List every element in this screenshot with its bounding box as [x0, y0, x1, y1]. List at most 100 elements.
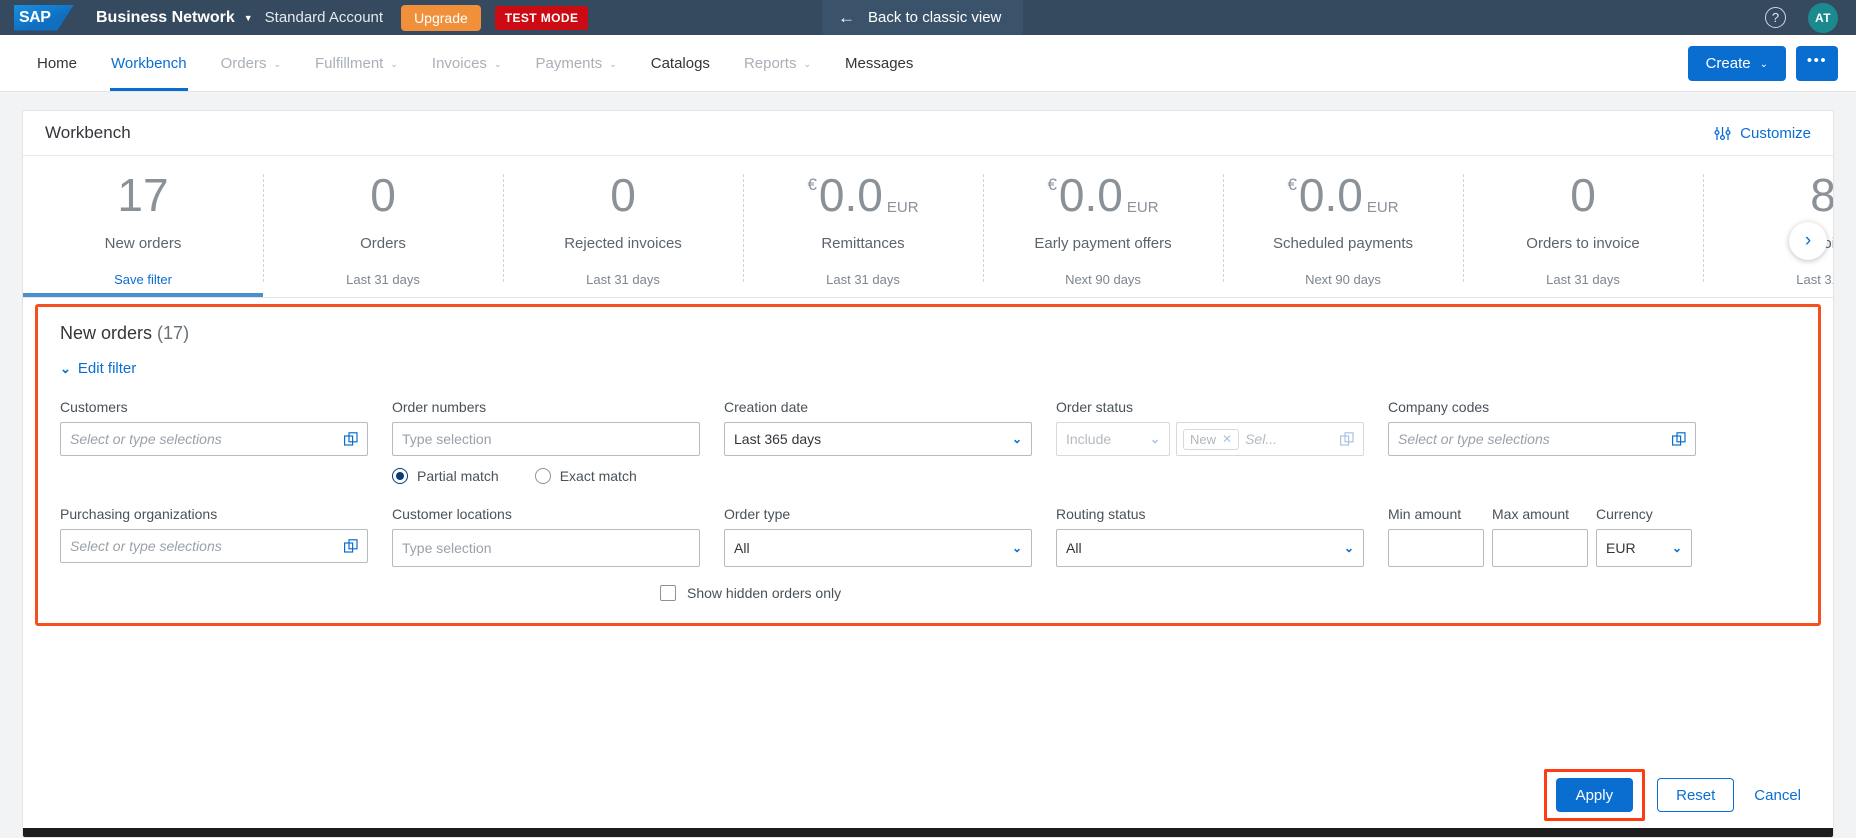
- customize-button[interactable]: Customize: [1714, 125, 1811, 142]
- nav-item-home[interactable]: Home: [20, 35, 94, 91]
- nav-item-fulfillment[interactable]: Fulfillment ⌄: [298, 35, 415, 91]
- nav-label: Workbench: [111, 54, 187, 72]
- nav-item-messages[interactable]: Messages: [828, 35, 930, 91]
- status-token-new[interactable]: New ✕: [1183, 428, 1240, 450]
- customize-label: Customize: [1740, 124, 1811, 142]
- filter-row-1: Customers Select or type selections Orde…: [60, 399, 1796, 484]
- field-company-codes: Company codes Select or type selections: [1388, 399, 1696, 456]
- chevron-down-icon: ⌄: [1343, 541, 1354, 555]
- nav-item-workbench[interactable]: Workbench: [94, 35, 204, 91]
- kpi-value-number: 0.0: [818, 169, 883, 221]
- value-help-icon[interactable]: [344, 539, 358, 553]
- chevron-down-icon: ⌄: [1011, 432, 1022, 446]
- creation-date-select[interactable]: Last 365 days ⌄: [724, 422, 1032, 456]
- chevron-down-icon: ⌄: [273, 58, 281, 69]
- sliders-icon: [1714, 126, 1731, 141]
- arrow-left-icon: ←: [838, 8, 855, 27]
- order-type-value: All: [734, 540, 750, 556]
- chevron-down-icon: ⌄: [60, 360, 71, 376]
- value-help-icon[interactable]: [1672, 432, 1686, 446]
- back-to-classic-view-button[interactable]: ← Back to classic view: [822, 0, 1024, 35]
- match-type-radio-group: Partial match Exact match: [392, 468, 700, 484]
- account-type-label: Standard Account: [264, 9, 384, 26]
- field-order-type: Order type All ⌄: [724, 506, 1032, 567]
- kpi-value: € 0.0 EUR: [807, 172, 918, 218]
- field-order-numbers: Order numbers Type selection Partial mat…: [392, 399, 700, 484]
- sap-logo-text: SAP: [19, 8, 51, 26]
- nav-label: Fulfillment: [315, 54, 384, 72]
- checkbox-icon[interactable]: [660, 585, 676, 601]
- kpi-subtitle: Last 31 days: [346, 272, 420, 287]
- kpi-subtitle: Last 31 days: [586, 272, 660, 287]
- value-help-icon[interactable]: [1340, 432, 1354, 446]
- kpi-tile-new-orders[interactable]: 17 New orders Save filter: [23, 156, 263, 298]
- avatar[interactable]: AT: [1808, 2, 1838, 33]
- field-min-amount: Min amount: [1388, 506, 1484, 567]
- cancel-button[interactable]: Cancel: [1746, 787, 1809, 804]
- field-currency: Currency EUR ⌄: [1596, 506, 1692, 567]
- kpi-tile-early-payment-offers[interactable]: € 0.0 EUR Early payment offers Next 90 d…: [983, 156, 1223, 292]
- help-icon[interactable]: ?: [1765, 7, 1786, 28]
- nav-item-catalogs[interactable]: Catalogs: [634, 35, 727, 91]
- order-numbers-input[interactable]: Type selection: [392, 422, 700, 456]
- customer-locations-input[interactable]: Type selection: [392, 529, 700, 567]
- max-amount-input[interactable]: [1492, 529, 1588, 567]
- save-filter-link[interactable]: Save filter: [114, 272, 172, 287]
- kpi-value: € 0.0 EUR: [1047, 172, 1158, 218]
- kpi-tile-rejected-invoices[interactable]: 0 Rejected invoices Last 31 days: [503, 156, 743, 292]
- order-status-include-value: Include: [1066, 431, 1112, 447]
- order-type-select[interactable]: All ⌄: [724, 529, 1032, 567]
- edit-filter-toggle[interactable]: ⌄ Edit filter: [60, 360, 1796, 377]
- top-brand-bar: SAP Business Network ▼ Standard Account …: [0, 0, 1856, 35]
- kpi-value: 0: [370, 172, 396, 218]
- order-status-include-select[interactable]: Include ⌄: [1056, 422, 1170, 456]
- nav-label: Reports: [743, 54, 797, 72]
- kpi-tile-remittances[interactable]: € 0.0 EUR Remittances Last 31 days: [743, 156, 983, 292]
- customers-placeholder: Select or type selections: [70, 431, 222, 447]
- kpi-tile-scheduled-payments[interactable]: € 0.0 EUR Scheduled payments Next 90 day…: [1223, 156, 1463, 292]
- kpi-currency-code: EUR: [1126, 199, 1159, 216]
- reset-button[interactable]: Reset: [1657, 778, 1735, 812]
- kpi-currency-symbol: €: [1287, 175, 1297, 194]
- nav-item-orders[interactable]: Orders ⌄: [204, 35, 298, 91]
- field-label: Customers: [60, 399, 128, 415]
- chevron-down-icon: ⌄: [803, 58, 812, 69]
- main-navigation-bar: Home Workbench Orders ⌄ Fulfillment ⌄ Invo…: [0, 35, 1856, 92]
- nav-item-invoices[interactable]: Invoices ⌄: [415, 35, 519, 91]
- close-icon[interactable]: ✕: [1222, 432, 1232, 446]
- radio-partial-match[interactable]: Partial match: [392, 468, 499, 484]
- value-help-icon[interactable]: [344, 432, 358, 446]
- chevron-down-icon[interactable]: ▼: [244, 13, 253, 23]
- min-amount-input[interactable]: [1388, 529, 1484, 567]
- main-content: Workbench Customize 17 New orders Save f…: [0, 92, 1856, 838]
- kpi-subtitle: Next 90 days: [1305, 272, 1381, 287]
- customer-locations-placeholder: Type selection: [402, 540, 492, 556]
- routing-status-select[interactable]: All ⌄: [1056, 529, 1364, 567]
- upgrade-button[interactable]: Upgrade: [401, 4, 481, 31]
- kpi-tile-orders-to-invoice[interactable]: 0 Orders to invoice Last 31 days: [1463, 156, 1703, 292]
- currency-select[interactable]: EUR ⌄: [1596, 529, 1692, 567]
- purchasing-organizations-input[interactable]: Select or type selections: [60, 529, 368, 563]
- nav-item-reports[interactable]: Reports ⌄: [727, 35, 828, 91]
- kpi-tile-orders[interactable]: 0 Orders Last 31 days: [263, 156, 503, 292]
- apply-button[interactable]: Apply: [1555, 778, 1634, 812]
- chevron-right-icon[interactable]: ›: [1789, 222, 1827, 260]
- customers-input[interactable]: Select or type selections: [60, 422, 368, 456]
- kpi-value-number: 0.0: [1298, 169, 1363, 221]
- show-hidden-orders-checkbox-row[interactable]: Show hidden orders only: [660, 585, 1796, 601]
- field-label: Company codes: [1388, 399, 1490, 415]
- apply-highlight-box: Apply: [1543, 769, 1646, 821]
- field-order-status: Order status Include ⌄ New ✕ Sel...: [1056, 399, 1364, 456]
- radio-exact-match[interactable]: Exact match: [534, 468, 637, 484]
- radio-dot-icon: [392, 468, 408, 484]
- chevron-down-icon: ⌄: [1759, 58, 1768, 70]
- filter-heading-count: (17): [157, 323, 190, 343]
- company-codes-input[interactable]: Select or type selections: [1388, 422, 1696, 456]
- order-status-token-input[interactable]: New ✕ Sel...: [1176, 422, 1364, 456]
- field-label: Max amount: [1492, 506, 1570, 522]
- order-numbers-placeholder: Type selection: [402, 431, 492, 447]
- more-actions-button[interactable]: •••: [1796, 45, 1838, 81]
- create-button[interactable]: Create ⌄: [1687, 45, 1786, 81]
- nav-item-payments[interactable]: Payments ⌄: [518, 35, 633, 91]
- sap-logo[interactable]: SAP: [14, 4, 74, 31]
